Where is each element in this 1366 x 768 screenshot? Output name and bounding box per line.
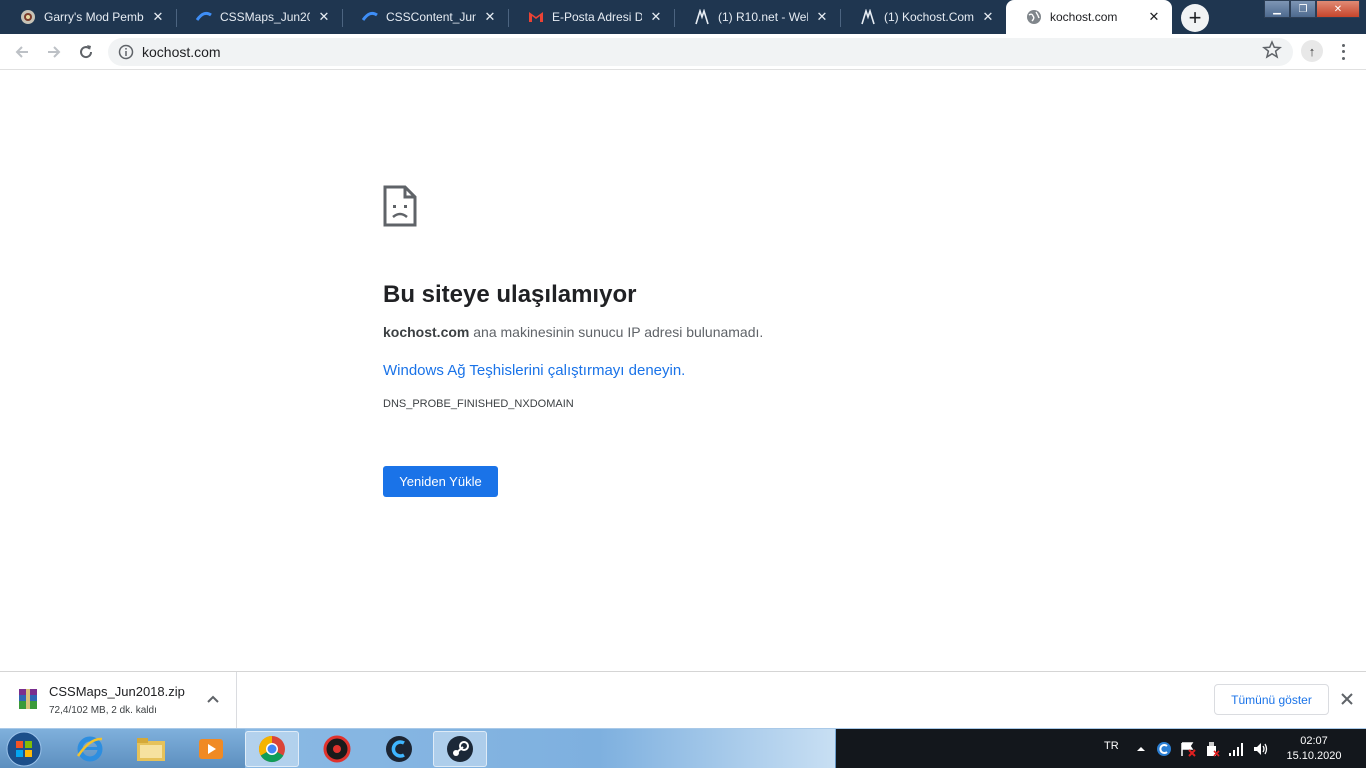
new-tab-button[interactable]: +	[1181, 4, 1209, 32]
windows-logo-icon	[6, 731, 42, 767]
error-description-text: ana makinesinin sunucu IP adresi bulunam…	[469, 324, 764, 340]
taskbar-game-app[interactable]	[310, 731, 364, 767]
maximize-button[interactable]: ❐	[1290, 0, 1316, 18]
tab-garrys-mod[interactable]: Garry's Mod Pembe ✕	[0, 0, 176, 34]
winrar-archive-icon	[19, 689, 37, 709]
back-button[interactable]	[8, 38, 36, 66]
info-icon[interactable]	[118, 44, 134, 60]
show-all-downloads-button[interactable]: Tümünü göster	[1214, 684, 1329, 715]
address-bar[interactable]: kochost.com	[108, 38, 1293, 66]
reload-icon	[80, 45, 93, 59]
network-signal-icon[interactable]	[1228, 741, 1244, 757]
reload-page-button[interactable]: Yeniden Yükle	[383, 466, 498, 497]
volume-icon[interactable]	[1252, 741, 1268, 757]
window-controls: ▁ ❐ ✕	[1264, 0, 1360, 18]
tab-title: CSSContent_Jun201	[386, 10, 476, 24]
download-shelf: CSSMaps_Jun2018.zip 72,4/102 MB, 2 dk. k…	[0, 671, 1366, 728]
steam-icon	[447, 736, 473, 762]
tab-kochost-forum[interactable]: (1) Kochost.Com - İ ✕	[840, 0, 1006, 34]
tab-title: (1) R10.net - Webm	[718, 10, 808, 24]
taskbar-c-app[interactable]	[372, 731, 426, 767]
game-launcher-icon	[323, 735, 351, 763]
tab-strip: Garry's Mod Pembe ✕ CSSMaps_Jun2018.z ✕ …	[0, 0, 1366, 34]
close-tab-icon[interactable]: ✕	[316, 9, 332, 25]
gmail-icon	[528, 9, 544, 25]
network-diagnostics-link[interactable]: Windows Ağ Teşhislerini çalıştırmayı den…	[383, 360, 685, 382]
forward-arrow-icon	[48, 46, 61, 58]
taskbar-ie[interactable]	[63, 731, 117, 767]
tab-title: CSSMaps_Jun2018.z	[220, 10, 310, 24]
download-item[interactable]: CSSMaps_Jun2018.zip 72,4/102 MB, 2 dk. k…	[0, 672, 237, 728]
taskbar-steam[interactable]	[433, 731, 487, 767]
close-tab-icon[interactable]: ✕	[648, 9, 664, 25]
taskbar-explorer[interactable]	[124, 731, 178, 767]
tab-title: (1) Kochost.Com - İ	[884, 10, 974, 24]
tab-gmail[interactable]: E-Posta Adresi Değ ✕	[508, 0, 674, 34]
media-player-icon	[199, 739, 223, 759]
close-tab-icon[interactable]: ✕	[1146, 9, 1162, 25]
error-heading: Bu siteye ulaşılamıyor	[383, 281, 637, 308]
extension-icon[interactable]: ↑	[1301, 40, 1323, 62]
close-tab-icon[interactable]: ✕	[482, 9, 498, 25]
tab-cssmaps[interactable]: CSSMaps_Jun2018.z ✕	[176, 0, 342, 34]
close-tab-icon[interactable]: ✕	[150, 9, 166, 25]
language-indicator[interactable]: TR	[1104, 740, 1119, 752]
windows-taskbar: TR 02:07 15.10.2020	[0, 728, 1366, 768]
clock-time: 02:07	[1300, 735, 1328, 747]
forward-button[interactable]	[40, 38, 68, 66]
taskbar-chrome[interactable]	[245, 731, 299, 767]
system-clock[interactable]: 02:07 15.10.2020	[1284, 734, 1344, 764]
usb-device-icon[interactable]	[1204, 741, 1220, 757]
sad-document-icon	[383, 185, 417, 227]
error-host: kochost.com	[383, 324, 470, 340]
error-code: DNS_PROBE_FINISHED_NXDOMAIN	[383, 398, 574, 410]
close-icon	[1341, 693, 1353, 705]
tab-kochost[interactable]: kochost.com ✕	[1006, 0, 1172, 34]
mega-icon	[362, 9, 378, 25]
close-tab-icon[interactable]: ✕	[814, 9, 830, 25]
c-launcher-icon	[386, 736, 412, 762]
tab-title: kochost.com	[1050, 10, 1118, 24]
tab-title: Garry's Mod Pembe	[44, 10, 144, 24]
start-button[interactable]	[4, 730, 44, 768]
close-tab-icon[interactable]: ✕	[980, 9, 996, 25]
chrome-icon	[258, 735, 285, 763]
gmod-icon	[20, 9, 36, 25]
download-status: 72,4/102 MB, 2 dk. kaldı	[49, 705, 157, 716]
error-page: Bu siteye ulaşılamıyor kochost.com ana m…	[383, 185, 983, 497]
taskbar-media-player[interactable]	[184, 731, 238, 767]
internet-explorer-icon	[76, 736, 103, 762]
c-tray-icon[interactable]	[1156, 741, 1172, 757]
minimize-button[interactable]: ▁	[1264, 0, 1290, 18]
close-shelf-button[interactable]	[1337, 689, 1357, 709]
reload-button[interactable]	[72, 38, 100, 66]
window-close-button[interactable]: ✕	[1316, 0, 1360, 18]
bookmark-star-icon[interactable]	[1262, 40, 1282, 60]
action-center-flag-icon[interactable]	[1180, 741, 1196, 757]
browser-toolbar: kochost.com ↑	[0, 34, 1366, 70]
tab-csscontent[interactable]: CSSContent_Jun201 ✕	[342, 0, 508, 34]
chevron-up-icon[interactable]	[203, 690, 223, 710]
r10-icon	[860, 9, 876, 25]
back-arrow-icon	[15, 46, 28, 58]
r10-icon	[694, 9, 710, 25]
show-hidden-icons-icon[interactable]	[1133, 741, 1149, 757]
folder-icon	[137, 738, 165, 761]
address-text: kochost.com	[142, 44, 221, 60]
globe-icon	[1026, 9, 1042, 25]
error-description: kochost.com ana makinesinin sunucu IP ad…	[383, 322, 983, 342]
download-file-name: CSSMaps_Jun2018.zip	[49, 684, 185, 699]
chrome-menu-button[interactable]	[1336, 42, 1350, 62]
mega-icon	[196, 9, 212, 25]
tab-r10[interactable]: (1) R10.net - Webm ✕	[674, 0, 840, 34]
tab-title: E-Posta Adresi Değ	[552, 10, 642, 24]
clock-date: 15.10.2020	[1286, 750, 1342, 762]
